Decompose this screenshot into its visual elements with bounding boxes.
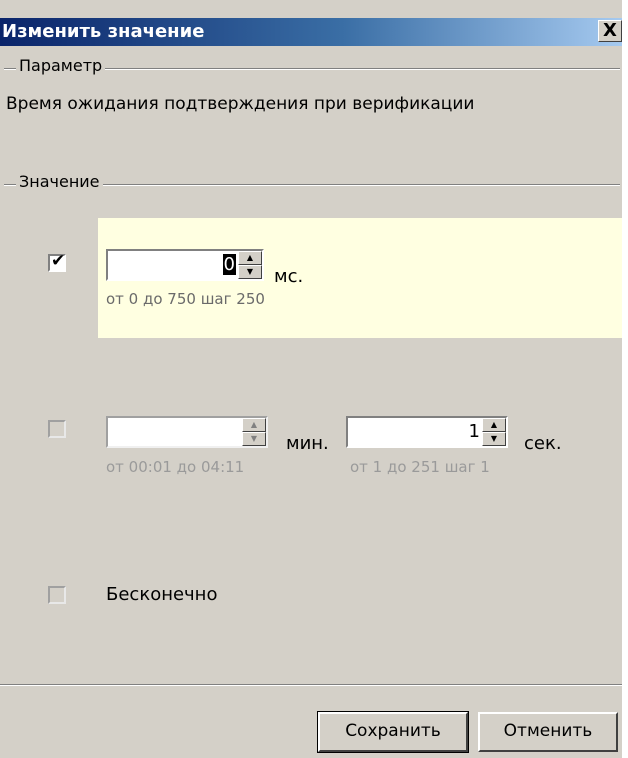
value-group-label: Значение bbox=[16, 172, 103, 191]
seconds-spin-down-button[interactable]: ▼ bbox=[482, 432, 506, 446]
close-icon: X bbox=[603, 20, 617, 41]
parameter-group-label: Параметр bbox=[16, 56, 106, 75]
ms-value: 0 bbox=[222, 254, 236, 275]
ms-spin-down-button[interactable]: ▼ bbox=[238, 265, 262, 279]
seconds-value: 1 bbox=[468, 421, 480, 442]
minutes-spin-down-button[interactable]: ▼ bbox=[242, 432, 266, 446]
arrow-up-icon: ▲ bbox=[490, 420, 498, 429]
footer-separator bbox=[0, 684, 622, 686]
close-button[interactable]: X bbox=[598, 20, 622, 42]
ms-spinbox[interactable]: 0 ▲ ▼ bbox=[106, 249, 264, 281]
seconds-spin-buttons: ▲ ▼ bbox=[482, 418, 506, 446]
arrow-up-icon: ▲ bbox=[250, 420, 258, 429]
checkmark-icon: ✔ bbox=[51, 251, 66, 271]
ms-spin-buttons: ▲ ▼ bbox=[238, 251, 262, 279]
ms-unit: мс. bbox=[274, 266, 304, 287]
arrow-down-icon: ▼ bbox=[250, 434, 258, 443]
arrow-down-icon: ▼ bbox=[246, 267, 254, 276]
infinite-label: Бесконечно bbox=[106, 584, 218, 605]
seconds-unit: сек. bbox=[524, 433, 562, 454]
ms-spin-up-button[interactable]: ▲ bbox=[238, 251, 262, 265]
minutes-unit: мин. bbox=[286, 433, 329, 454]
minutes-spin-up-button[interactable]: ▲ bbox=[242, 418, 266, 432]
seconds-spinbox[interactable]: 1 ▲ ▼ bbox=[346, 416, 508, 448]
save-button[interactable]: Сохранить bbox=[317, 711, 469, 753]
ms-range-hint: от 0 до 750 шаг 250 bbox=[106, 290, 265, 308]
infinite-option-checkbox[interactable] bbox=[48, 586, 66, 604]
title-bar[interactable]: Изменить значение X bbox=[0, 18, 622, 46]
arrow-down-icon: ▼ bbox=[490, 434, 498, 443]
minsec-option-checkbox[interactable] bbox=[48, 420, 66, 438]
minutes-spinbox[interactable]: ▲ ▼ bbox=[106, 416, 268, 448]
dialog-window: Изменить значение X Параметр Время ожида… bbox=[0, 0, 624, 758]
minutes-range-hint: от 00:01 до 04:11 bbox=[106, 458, 245, 476]
cancel-button[interactable]: Отменить bbox=[478, 712, 618, 752]
dialog-title: Изменить значение bbox=[2, 21, 205, 42]
parameter-text: Время ожидания подтверждения при верифик… bbox=[6, 94, 475, 114]
ms-option-checkbox[interactable]: ✔ bbox=[48, 251, 66, 272]
seconds-range-hint: от 1 до 251 шаг 1 bbox=[350, 458, 490, 476]
minutes-spin-buttons: ▲ ▼ bbox=[242, 418, 266, 446]
arrow-up-icon: ▲ bbox=[246, 253, 254, 262]
seconds-spin-up-button[interactable]: ▲ bbox=[482, 418, 506, 432]
